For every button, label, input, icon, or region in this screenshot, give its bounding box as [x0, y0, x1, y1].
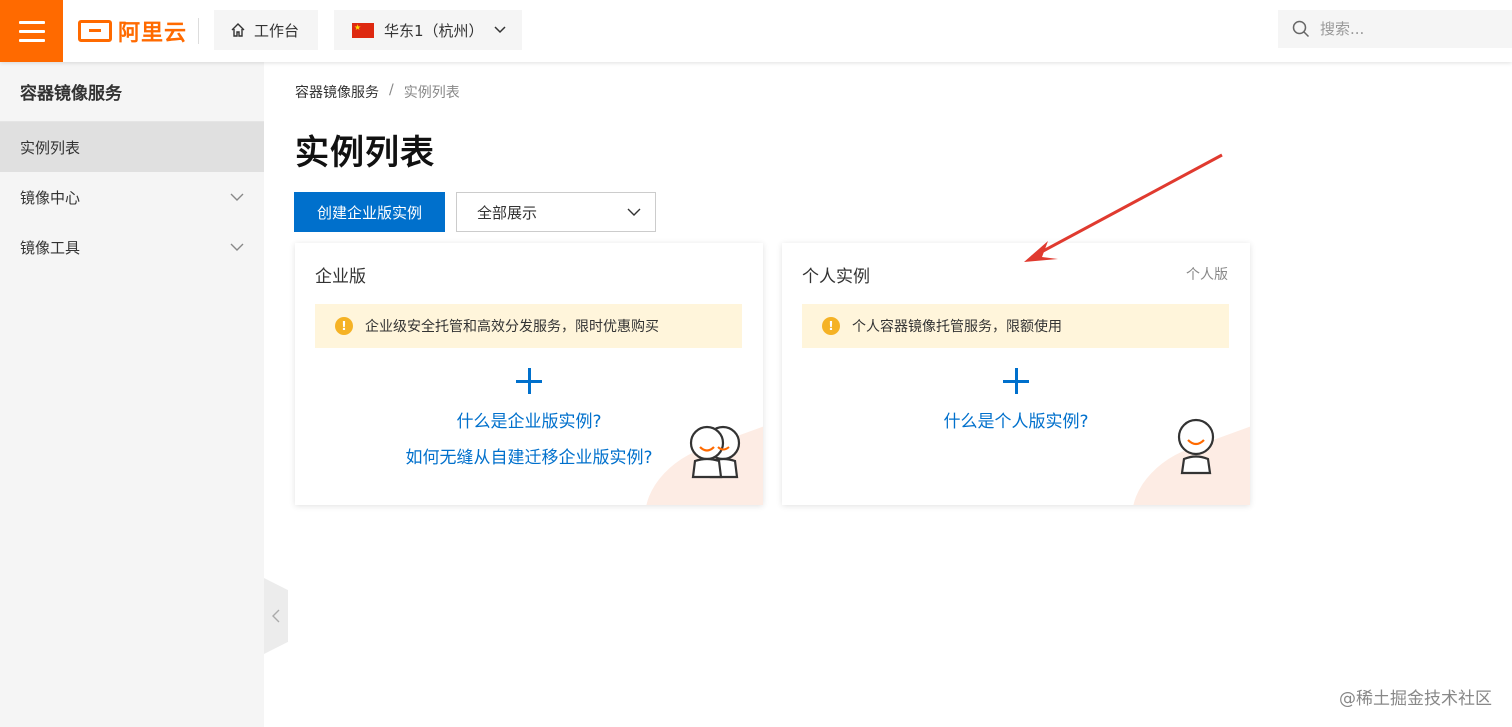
sidebar-item-instance-list[interactable]: 实例列表	[0, 122, 264, 172]
sidebar-item-label: 镜像工具	[20, 238, 81, 257]
breadcrumb-root[interactable]: 容器镜像服务	[295, 82, 379, 102]
notice-text: 个人容器镜像托管服务，限额使用	[852, 319, 1062, 335]
chevron-down-icon	[494, 26, 506, 34]
enterprise-card: 企业版 ! 企业级安全托管和高效分发服务，限时优惠购买 什么是企业版实例? 如何…	[295, 243, 763, 505]
logo-text: 阿里云	[118, 21, 188, 46]
aliyun-logo-icon	[78, 20, 112, 42]
menu-icon[interactable]	[0, 0, 63, 62]
breadcrumb: 容器镜像服务 / 实例列表	[295, 82, 460, 102]
chevron-left-icon	[272, 609, 280, 623]
personal-card: 个人实例 个人版 ! 个人容器镜像托管服务，限额使用 什么是个人版实例?	[782, 243, 1250, 505]
add-personal-instance-icon[interactable]	[1003, 368, 1029, 394]
card-title: 企业版	[315, 267, 366, 287]
sidebar-item-label: 实例列表	[20, 138, 81, 157]
region-label: 华东1（杭州）	[384, 21, 484, 40]
team-avatar-icon	[689, 425, 741, 479]
watermark: @稀土掘金技术社区	[1339, 689, 1492, 709]
home-icon	[231, 23, 245, 37]
sidebar-collapse-handle[interactable]	[264, 578, 288, 654]
create-enterprise-instance-button[interactable]: 创建企业版实例	[294, 192, 445, 232]
notice-text: 企业级安全托管和高效分发服务，限时优惠购买	[365, 319, 659, 335]
region-selector[interactable]: 华东1（杭州）	[334, 10, 522, 50]
card-title: 个人实例	[802, 267, 870, 287]
aliyun-logo[interactable]: 阿里云	[78, 16, 187, 46]
search-icon	[1292, 20, 1310, 38]
search-box[interactable]	[1278, 10, 1512, 48]
warning-icon: !	[822, 317, 840, 335]
page-title: 实例列表	[295, 133, 435, 173]
add-enterprise-instance-icon[interactable]	[516, 368, 542, 394]
filter-select[interactable]: 全部展示	[456, 192, 656, 232]
sidebar-item-image-tools[interactable]: 镜像工具	[0, 222, 264, 272]
china-flag-icon	[352, 22, 374, 38]
notice-banner: ! 企业级安全托管和高效分发服务，限时优惠购买	[315, 304, 742, 348]
topbar-divider	[198, 18, 199, 44]
warning-icon: !	[335, 317, 353, 335]
chevron-down-icon	[627, 208, 641, 216]
chevron-down-icon	[230, 243, 244, 251]
workbench-label: 工作台	[254, 21, 300, 40]
chevron-down-icon	[230, 193, 244, 201]
top-bar: 阿里云 工作台 华东1（杭州）	[0, 0, 1512, 62]
search-input[interactable]	[1320, 20, 1500, 38]
sidebar-item-label: 镜像中心	[20, 188, 81, 207]
sidebar-item-image-center[interactable]: 镜像中心	[0, 172, 264, 222]
notice-banner: ! 个人容器镜像托管服务，限额使用	[802, 304, 1229, 348]
sidebar: 容器镜像服务 实例列表 镜像中心 镜像工具	[0, 62, 264, 727]
breadcrumb-current: 实例列表	[403, 85, 460, 101]
person-avatar-icon	[1177, 418, 1215, 475]
breadcrumb-separator: /	[389, 82, 394, 98]
sidebar-title: 容器镜像服务	[0, 62, 264, 122]
workbench-button[interactable]: 工作台	[214, 10, 318, 50]
filter-value: 全部展示	[477, 203, 538, 222]
annotation-arrow	[1024, 153, 1223, 262]
